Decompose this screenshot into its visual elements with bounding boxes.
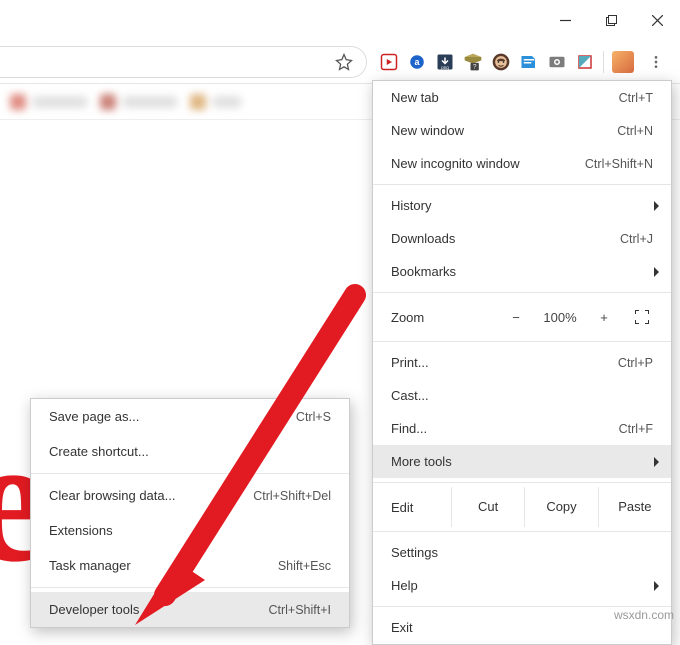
shortcut: Ctrl+Shift+I bbox=[268, 603, 331, 617]
extension-icon-8[interactable] bbox=[575, 52, 595, 72]
minimize-button[interactable] bbox=[542, 0, 588, 40]
edit-label: Edit bbox=[391, 500, 451, 515]
menu-item-zoom: Zoom − 100% + bbox=[373, 297, 671, 337]
browser-toolbar: a png ? bbox=[0, 40, 680, 84]
menu-separator bbox=[373, 606, 671, 607]
label: Bookmarks bbox=[391, 264, 456, 279]
bookmark-item[interactable] bbox=[10, 94, 88, 110]
menu-item-new-incognito[interactable]: New incognito window Ctrl+Shift+N bbox=[373, 147, 671, 180]
submenu-item-save-page[interactable]: Save page as... Ctrl+S bbox=[31, 399, 349, 434]
extension-icon-7[interactable] bbox=[547, 52, 567, 72]
maximize-button[interactable] bbox=[588, 0, 634, 40]
menu-item-print[interactable]: Print... Ctrl+P bbox=[373, 346, 671, 379]
zoom-value: 100% bbox=[535, 302, 585, 332]
label: Downloads bbox=[391, 231, 455, 246]
copy-button[interactable]: Copy bbox=[524, 487, 597, 527]
extension-icon-2[interactable]: a bbox=[407, 52, 427, 72]
chevron-right-icon bbox=[653, 457, 661, 467]
close-button[interactable] bbox=[634, 0, 680, 40]
chevron-right-icon bbox=[653, 581, 661, 591]
menu-separator bbox=[31, 473, 349, 474]
menu-item-bookmarks[interactable]: Bookmarks bbox=[373, 255, 671, 288]
label: New window bbox=[391, 123, 464, 138]
chevron-right-icon bbox=[653, 267, 661, 277]
menu-button[interactable] bbox=[642, 48, 670, 76]
shortcut: Ctrl+P bbox=[618, 356, 653, 370]
label: History bbox=[391, 198, 431, 213]
submenu-item-task-manager[interactable]: Task manager Shift+Esc bbox=[31, 548, 349, 583]
more-tools-submenu: Save page as... Ctrl+S Create shortcut...… bbox=[30, 398, 350, 628]
label: New incognito window bbox=[391, 156, 520, 171]
menu-item-settings[interactable]: Settings bbox=[373, 536, 671, 569]
shortcut: Ctrl+Shift+Del bbox=[253, 489, 331, 503]
menu-separator bbox=[373, 482, 671, 483]
menu-separator bbox=[373, 531, 671, 532]
label: Clear browsing data... bbox=[49, 488, 175, 503]
submenu-item-extensions[interactable]: Extensions bbox=[31, 513, 349, 548]
menu-separator bbox=[373, 292, 671, 293]
label: Developer tools bbox=[49, 602, 139, 617]
shortcut: Ctrl+J bbox=[620, 232, 653, 246]
label: Create shortcut... bbox=[49, 444, 149, 459]
menu-item-cast[interactable]: Cast... bbox=[373, 379, 671, 412]
label: Find... bbox=[391, 421, 427, 436]
label: More tools bbox=[391, 454, 452, 469]
menu-item-more-tools[interactable]: More tools bbox=[373, 445, 671, 478]
shortcut: Ctrl+N bbox=[617, 124, 653, 138]
label: Print... bbox=[391, 355, 429, 370]
shortcut: Shift+Esc bbox=[278, 559, 331, 573]
window-titlebar bbox=[0, 0, 680, 40]
menu-item-find[interactable]: Find... Ctrl+F bbox=[373, 412, 671, 445]
menu-item-help[interactable]: Help bbox=[373, 569, 671, 602]
address-bar[interactable] bbox=[0, 46, 367, 78]
label: Task manager bbox=[49, 558, 131, 573]
menu-separator bbox=[31, 587, 349, 588]
svg-text:?: ? bbox=[473, 63, 477, 70]
profile-avatar[interactable] bbox=[612, 51, 634, 73]
label: New tab bbox=[391, 90, 439, 105]
extension-icon-6[interactable] bbox=[519, 52, 539, 72]
bookmark-item[interactable] bbox=[100, 94, 178, 110]
submenu-item-clear-data[interactable]: Clear browsing data... Ctrl+Shift+Del bbox=[31, 478, 349, 513]
label: Save page as... bbox=[49, 409, 139, 424]
chevron-right-icon bbox=[653, 201, 661, 211]
label: Help bbox=[391, 578, 418, 593]
svg-text:png: png bbox=[441, 64, 449, 69]
bookmark-item[interactable] bbox=[190, 94, 242, 110]
zoom-label: Zoom bbox=[391, 310, 424, 325]
extension-icon-4[interactable]: ? bbox=[463, 52, 483, 72]
extension-icon-1[interactable] bbox=[379, 52, 399, 72]
submenu-item-create-shortcut[interactable]: Create shortcut... bbox=[31, 434, 349, 469]
menu-item-new-tab[interactable]: New tab Ctrl+T bbox=[373, 81, 671, 114]
toolbar-divider bbox=[603, 51, 604, 73]
menu-item-downloads[interactable]: Downloads Ctrl+J bbox=[373, 222, 671, 255]
menu-separator bbox=[373, 341, 671, 342]
shortcut: Ctrl+T bbox=[619, 91, 653, 105]
shortcut: Ctrl+Shift+N bbox=[585, 157, 653, 171]
zoom-in-button[interactable]: + bbox=[585, 302, 623, 332]
label: Extensions bbox=[49, 523, 113, 538]
label: Settings bbox=[391, 545, 438, 560]
watermark: wsxdn.com bbox=[614, 608, 674, 622]
shortcut: Ctrl+S bbox=[296, 410, 331, 424]
menu-separator bbox=[373, 184, 671, 185]
paste-button[interactable]: Paste bbox=[598, 487, 671, 527]
menu-item-edit: Edit Cut Copy Paste bbox=[373, 487, 671, 527]
submenu-item-developer-tools[interactable]: Developer tools Ctrl+Shift+I bbox=[31, 592, 349, 627]
shortcut: Ctrl+F bbox=[619, 422, 653, 436]
extension-icon-5[interactable] bbox=[491, 52, 511, 72]
menu-item-new-window[interactable]: New window Ctrl+N bbox=[373, 114, 671, 147]
label: Cast... bbox=[391, 388, 429, 403]
extension-icon-3[interactable]: png bbox=[435, 52, 455, 72]
menu-item-history[interactable]: History bbox=[373, 189, 671, 222]
cut-button[interactable]: Cut bbox=[451, 487, 524, 527]
fullscreen-button[interactable] bbox=[623, 302, 661, 332]
star-icon[interactable] bbox=[334, 52, 354, 72]
zoom-out-button[interactable]: − bbox=[497, 302, 535, 332]
chrome-main-menu: New tab Ctrl+T New window Ctrl+N New incog… bbox=[372, 80, 672, 645]
